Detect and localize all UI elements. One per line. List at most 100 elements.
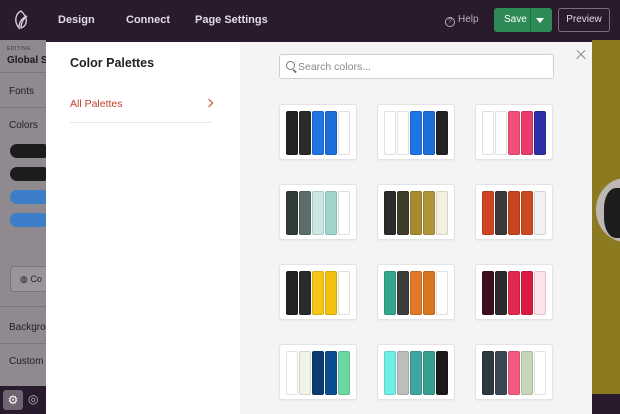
color-swatch <box>436 191 448 235</box>
palette-card[interactable] <box>377 264 455 320</box>
color-palette-button[interactable]: ◍ Co <box>10 266 46 292</box>
top-bar: Design Connect Page Settings ? Help Save … <box>0 0 620 40</box>
seedprod-logo-icon[interactable] <box>10 9 32 31</box>
color-swatch <box>436 111 448 155</box>
color-swatch <box>423 271 435 315</box>
search-box <box>279 54 554 79</box>
color-swatch <box>410 271 422 315</box>
palette-card[interactable] <box>279 264 357 320</box>
color-pill[interactable] <box>10 167 46 181</box>
palette-swatches <box>286 351 350 395</box>
color-swatch <box>286 191 298 235</box>
layers-icon[interactable]: ◎ <box>28 392 38 406</box>
color-swatch <box>338 351 350 395</box>
color-swatch <box>325 191 337 235</box>
color-swatch <box>286 351 298 395</box>
sidebar-colors[interactable]: Colors <box>9 120 38 131</box>
color-swatch <box>338 111 350 155</box>
search-input[interactable] <box>298 58 548 76</box>
gear-icon[interactable]: ⚙ <box>3 390 23 410</box>
color-swatch <box>495 111 507 155</box>
global-settings-title: Global S <box>7 55 46 66</box>
color-swatch <box>482 351 494 395</box>
nav-connect[interactable]: Connect <box>126 0 170 40</box>
palette-swatches <box>384 191 448 235</box>
color-pill[interactable] <box>10 144 46 158</box>
palette-card[interactable] <box>377 344 455 400</box>
palette-card[interactable] <box>475 184 553 240</box>
palette-swatches <box>384 351 448 395</box>
color-swatch <box>299 111 311 155</box>
sidebar-background[interactable]: Backgro <box>9 322 46 333</box>
color-swatch <box>397 111 409 155</box>
color-swatch <box>508 351 520 395</box>
color-swatch <box>384 191 396 235</box>
color-swatch <box>534 271 546 315</box>
left-sidebar: EDITING Global S Fonts Colors ◍ Co Backg… <box>0 40 46 414</box>
color-swatch <box>423 351 435 395</box>
color-swatch <box>384 271 396 315</box>
search-icon <box>286 61 295 70</box>
save-button[interactable]: Save <box>494 8 552 32</box>
palette-icon: ◍ <box>20 274 31 284</box>
color-swatch <box>521 271 533 315</box>
save-dropdown-chevron-icon[interactable] <box>536 18 544 23</box>
chevron-right-icon <box>204 98 214 108</box>
color-swatch <box>325 111 337 155</box>
palette-card[interactable] <box>279 184 357 240</box>
color-swatch <box>410 191 422 235</box>
color-pill[interactable] <box>10 213 46 227</box>
color-swatch <box>423 111 435 155</box>
color-pill[interactable] <box>10 190 46 204</box>
palette-card[interactable] <box>279 344 357 400</box>
sidebar-fonts[interactable]: Fonts <box>9 86 34 97</box>
color-palettes-modal: Color Palettes All Palettes <box>46 42 592 414</box>
color-swatch <box>521 191 533 235</box>
color-swatch <box>312 111 324 155</box>
palette-card[interactable] <box>377 104 455 160</box>
color-swatch <box>482 271 494 315</box>
color-swatch <box>410 111 422 155</box>
color-swatch <box>521 111 533 155</box>
canvas-image-detail <box>604 188 620 238</box>
close-icon[interactable] <box>574 48 588 62</box>
palette-swatches <box>482 191 546 235</box>
modal-sidebar: Color Palettes All Palettes <box>46 42 240 414</box>
color-swatch <box>508 191 520 235</box>
sidebar-bottom-bar: ⚙ ◎ <box>0 386 46 414</box>
palette-swatches <box>384 111 448 155</box>
color-swatch <box>482 191 494 235</box>
nav-all-palettes[interactable]: All Palettes <box>70 98 123 110</box>
color-swatch <box>534 111 546 155</box>
palette-card[interactable] <box>377 184 455 240</box>
nav-design[interactable]: Design <box>58 0 95 40</box>
color-swatch <box>397 191 409 235</box>
color-swatch <box>299 191 311 235</box>
editing-label: EDITING <box>7 46 31 52</box>
palette-card[interactable] <box>279 104 357 160</box>
color-swatch <box>384 351 396 395</box>
color-swatch <box>482 111 494 155</box>
palette-card[interactable] <box>475 264 553 320</box>
color-swatch <box>436 271 448 315</box>
color-swatch <box>534 351 546 395</box>
palette-swatches <box>482 111 546 155</box>
palette-swatches <box>384 271 448 315</box>
palette-card[interactable] <box>475 344 553 400</box>
color-swatch <box>384 111 396 155</box>
help-link[interactable]: ? Help <box>445 0 479 40</box>
color-swatch <box>534 191 546 235</box>
nav-page-settings[interactable]: Page Settings <box>195 0 268 40</box>
palette-card[interactable] <box>475 104 553 160</box>
color-swatch <box>508 111 520 155</box>
color-swatch <box>495 271 507 315</box>
color-swatch <box>312 271 324 315</box>
color-swatch <box>423 191 435 235</box>
palette-swatches <box>286 271 350 315</box>
palette-swatches <box>482 271 546 315</box>
color-swatch <box>312 351 324 395</box>
palette-swatches <box>482 351 546 395</box>
preview-button[interactable]: Preview <box>558 8 610 32</box>
color-swatch <box>338 271 350 315</box>
sidebar-custom[interactable]: Custom <box>9 356 43 367</box>
